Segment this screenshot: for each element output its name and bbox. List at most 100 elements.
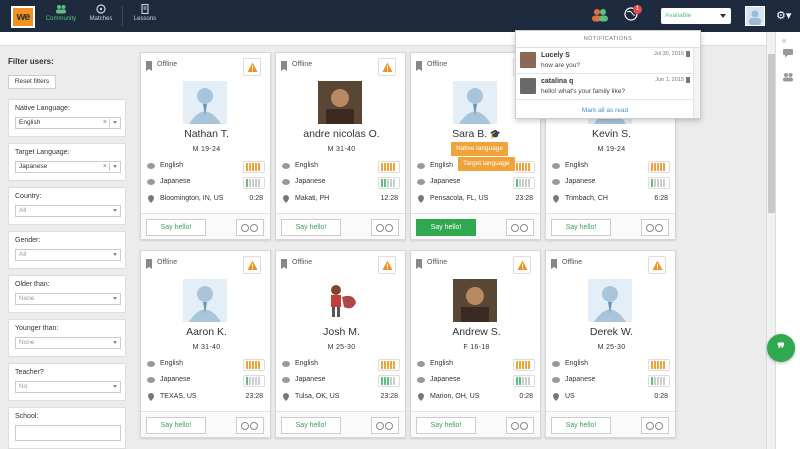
younger-than-select[interactable]: None bbox=[15, 337, 121, 349]
emoji-button[interactable] bbox=[506, 219, 534, 236]
older-than-select[interactable]: None bbox=[15, 293, 121, 305]
target-language-label: Target Language: bbox=[15, 149, 70, 156]
nav-lessons[interactable]: Lessons bbox=[130, 4, 160, 28]
scroll-thumb[interactable] bbox=[768, 54, 775, 213]
say-hello-button[interactable]: Say hello! bbox=[551, 417, 611, 434]
user-name[interactable]: Josh M. bbox=[276, 326, 407, 338]
notification-item[interactable]: catalina q hello! what's your family lik… bbox=[516, 74, 700, 100]
user-avatar[interactable] bbox=[745, 6, 765, 26]
emoji-button[interactable] bbox=[236, 417, 264, 434]
mark-all-read-link[interactable]: Mark all as read bbox=[516, 107, 694, 114]
user-name[interactable]: Andrew S. bbox=[411, 326, 542, 338]
target-language-select[interactable]: Japanese × bbox=[15, 161, 121, 173]
collapse-icon[interactable]: « bbox=[782, 36, 786, 45]
clear-icon[interactable]: × bbox=[103, 162, 107, 172]
user-location: TEXAS, US bbox=[160, 393, 197, 400]
clear-icon[interactable]: × bbox=[103, 118, 107, 128]
profile-photo[interactable] bbox=[183, 279, 227, 322]
user-name[interactable]: Derek W. bbox=[546, 326, 677, 338]
local-time: 0:28 bbox=[654, 393, 668, 400]
say-hello-button[interactable]: Say hello! bbox=[416, 417, 476, 434]
online-status: Offline bbox=[157, 259, 178, 266]
user-card[interactable]: Offline Nathan T. M 19-24 English Japanese Bl… bbox=[140, 52, 271, 240]
gender-select[interactable]: All bbox=[15, 249, 121, 261]
country-select[interactable]: All bbox=[15, 205, 121, 217]
profile-photo[interactable] bbox=[183, 81, 227, 124]
profile-photo[interactable] bbox=[588, 279, 632, 322]
user-name[interactable]: Aaron K. bbox=[141, 326, 272, 338]
warning-icon bbox=[652, 260, 663, 270]
emoji-button[interactable] bbox=[641, 417, 669, 434]
say-hello-button[interactable]: Say hello! bbox=[551, 219, 611, 236]
we-logo[interactable]: we bbox=[11, 6, 35, 28]
older-than-label: Older than: bbox=[15, 281, 50, 288]
trash-icon[interactable] bbox=[686, 77, 690, 83]
bookmark-icon[interactable] bbox=[416, 61, 422, 71]
user-card[interactable]: Offline Derek W. M 25-30 English Japanese US 0… bbox=[545, 250, 676, 438]
trash-icon[interactable] bbox=[686, 51, 690, 57]
reset-filters-button[interactable]: Reset filters bbox=[8, 75, 56, 89]
report-button[interactable] bbox=[648, 256, 666, 274]
user-name[interactable]: Nathan T. bbox=[141, 128, 272, 140]
profile-photo[interactable] bbox=[318, 279, 362, 322]
say-hello-button[interactable]: Say hello! bbox=[281, 219, 341, 236]
user-card[interactable]: Offline Josh M. M 25-30 English Japanese Tuls… bbox=[275, 250, 406, 438]
report-button[interactable] bbox=[513, 256, 531, 274]
bookmark-icon[interactable] bbox=[146, 61, 152, 71]
teacher-select[interactable]: No bbox=[15, 381, 121, 393]
bookmark-icon[interactable] bbox=[551, 259, 557, 269]
profile-photo[interactable] bbox=[453, 81, 497, 124]
local-time: 6:28 bbox=[654, 195, 668, 202]
chat-icon[interactable] bbox=[782, 48, 794, 58]
quote-chat-button[interactable]: ❞ bbox=[767, 334, 795, 362]
bookmark-icon[interactable] bbox=[281, 61, 287, 71]
status-select[interactable]: Available bbox=[661, 8, 731, 24]
nav-matches[interactable]: Matches bbox=[86, 4, 116, 28]
user-name[interactable]: andre nicolas O. bbox=[276, 128, 407, 140]
user-card[interactable]: Offline andre nicolas O. M 31-40 English Jap… bbox=[275, 52, 406, 240]
target-level-bars bbox=[513, 375, 535, 387]
target-language-row: Japanese bbox=[552, 375, 670, 387]
native-language-row: English bbox=[282, 359, 400, 371]
contacts-icon[interactable] bbox=[782, 72, 794, 82]
people-icon[interactable] bbox=[591, 8, 609, 22]
report-button[interactable] bbox=[243, 58, 261, 76]
emoji-button[interactable] bbox=[236, 219, 264, 236]
emoji-button[interactable] bbox=[506, 417, 534, 434]
notification-item[interactable]: Lucely S how are you? Jul 30, 2015 bbox=[516, 48, 700, 74]
profile-photo[interactable] bbox=[318, 81, 362, 124]
report-button[interactable] bbox=[243, 256, 261, 274]
say-hello-button[interactable]: Say hello! bbox=[281, 417, 341, 434]
speech-bubble-icon bbox=[552, 163, 560, 169]
emoji-button[interactable] bbox=[371, 219, 399, 236]
bookmark-icon[interactable] bbox=[281, 259, 287, 269]
report-button[interactable] bbox=[378, 58, 396, 76]
notification-date: Jun 1, 2015 bbox=[655, 77, 684, 83]
card-footer: Say hello! bbox=[276, 213, 405, 239]
top-nav-bar: we Community Matches Lessons 1 Available… bbox=[0, 0, 800, 32]
bookmark-icon[interactable] bbox=[146, 259, 152, 269]
report-button[interactable] bbox=[378, 256, 396, 274]
say-hello-button[interactable]: Say hello! bbox=[416, 219, 476, 236]
user-name[interactable]: Kevin S. bbox=[546, 128, 677, 140]
card-footer: Say hello! bbox=[276, 411, 405, 437]
notifications-scrollbar[interactable] bbox=[693, 48, 700, 118]
native-language-select[interactable]: English × bbox=[15, 117, 121, 129]
default-avatar-icon bbox=[183, 81, 227, 124]
right-panel: « bbox=[775, 32, 800, 449]
local-time: 12:28 bbox=[380, 195, 398, 202]
say-hello-button[interactable]: Say hello! bbox=[146, 417, 206, 434]
page-scrollbar[interactable] bbox=[766, 32, 775, 449]
target-level-bars bbox=[513, 177, 535, 189]
school-input[interactable] bbox=[15, 425, 121, 441]
bookmark-icon[interactable] bbox=[416, 259, 422, 269]
profile-photo[interactable] bbox=[453, 279, 497, 322]
emoji-button[interactable] bbox=[641, 219, 669, 236]
gear-icon[interactable]: ⚙▾ bbox=[776, 10, 794, 22]
emoji-button[interactable] bbox=[371, 417, 399, 434]
user-name[interactable]: Sara B. 🎓 bbox=[411, 128, 542, 140]
user-card[interactable]: Offline Andrew S. F 16-18 English Japanese Ma… bbox=[410, 250, 541, 438]
nav-community[interactable]: Community bbox=[42, 4, 80, 28]
say-hello-button[interactable]: Say hello! bbox=[146, 219, 206, 236]
user-card[interactable]: Offline Aaron K. M 31-40 English Japanese TEX… bbox=[140, 250, 271, 438]
